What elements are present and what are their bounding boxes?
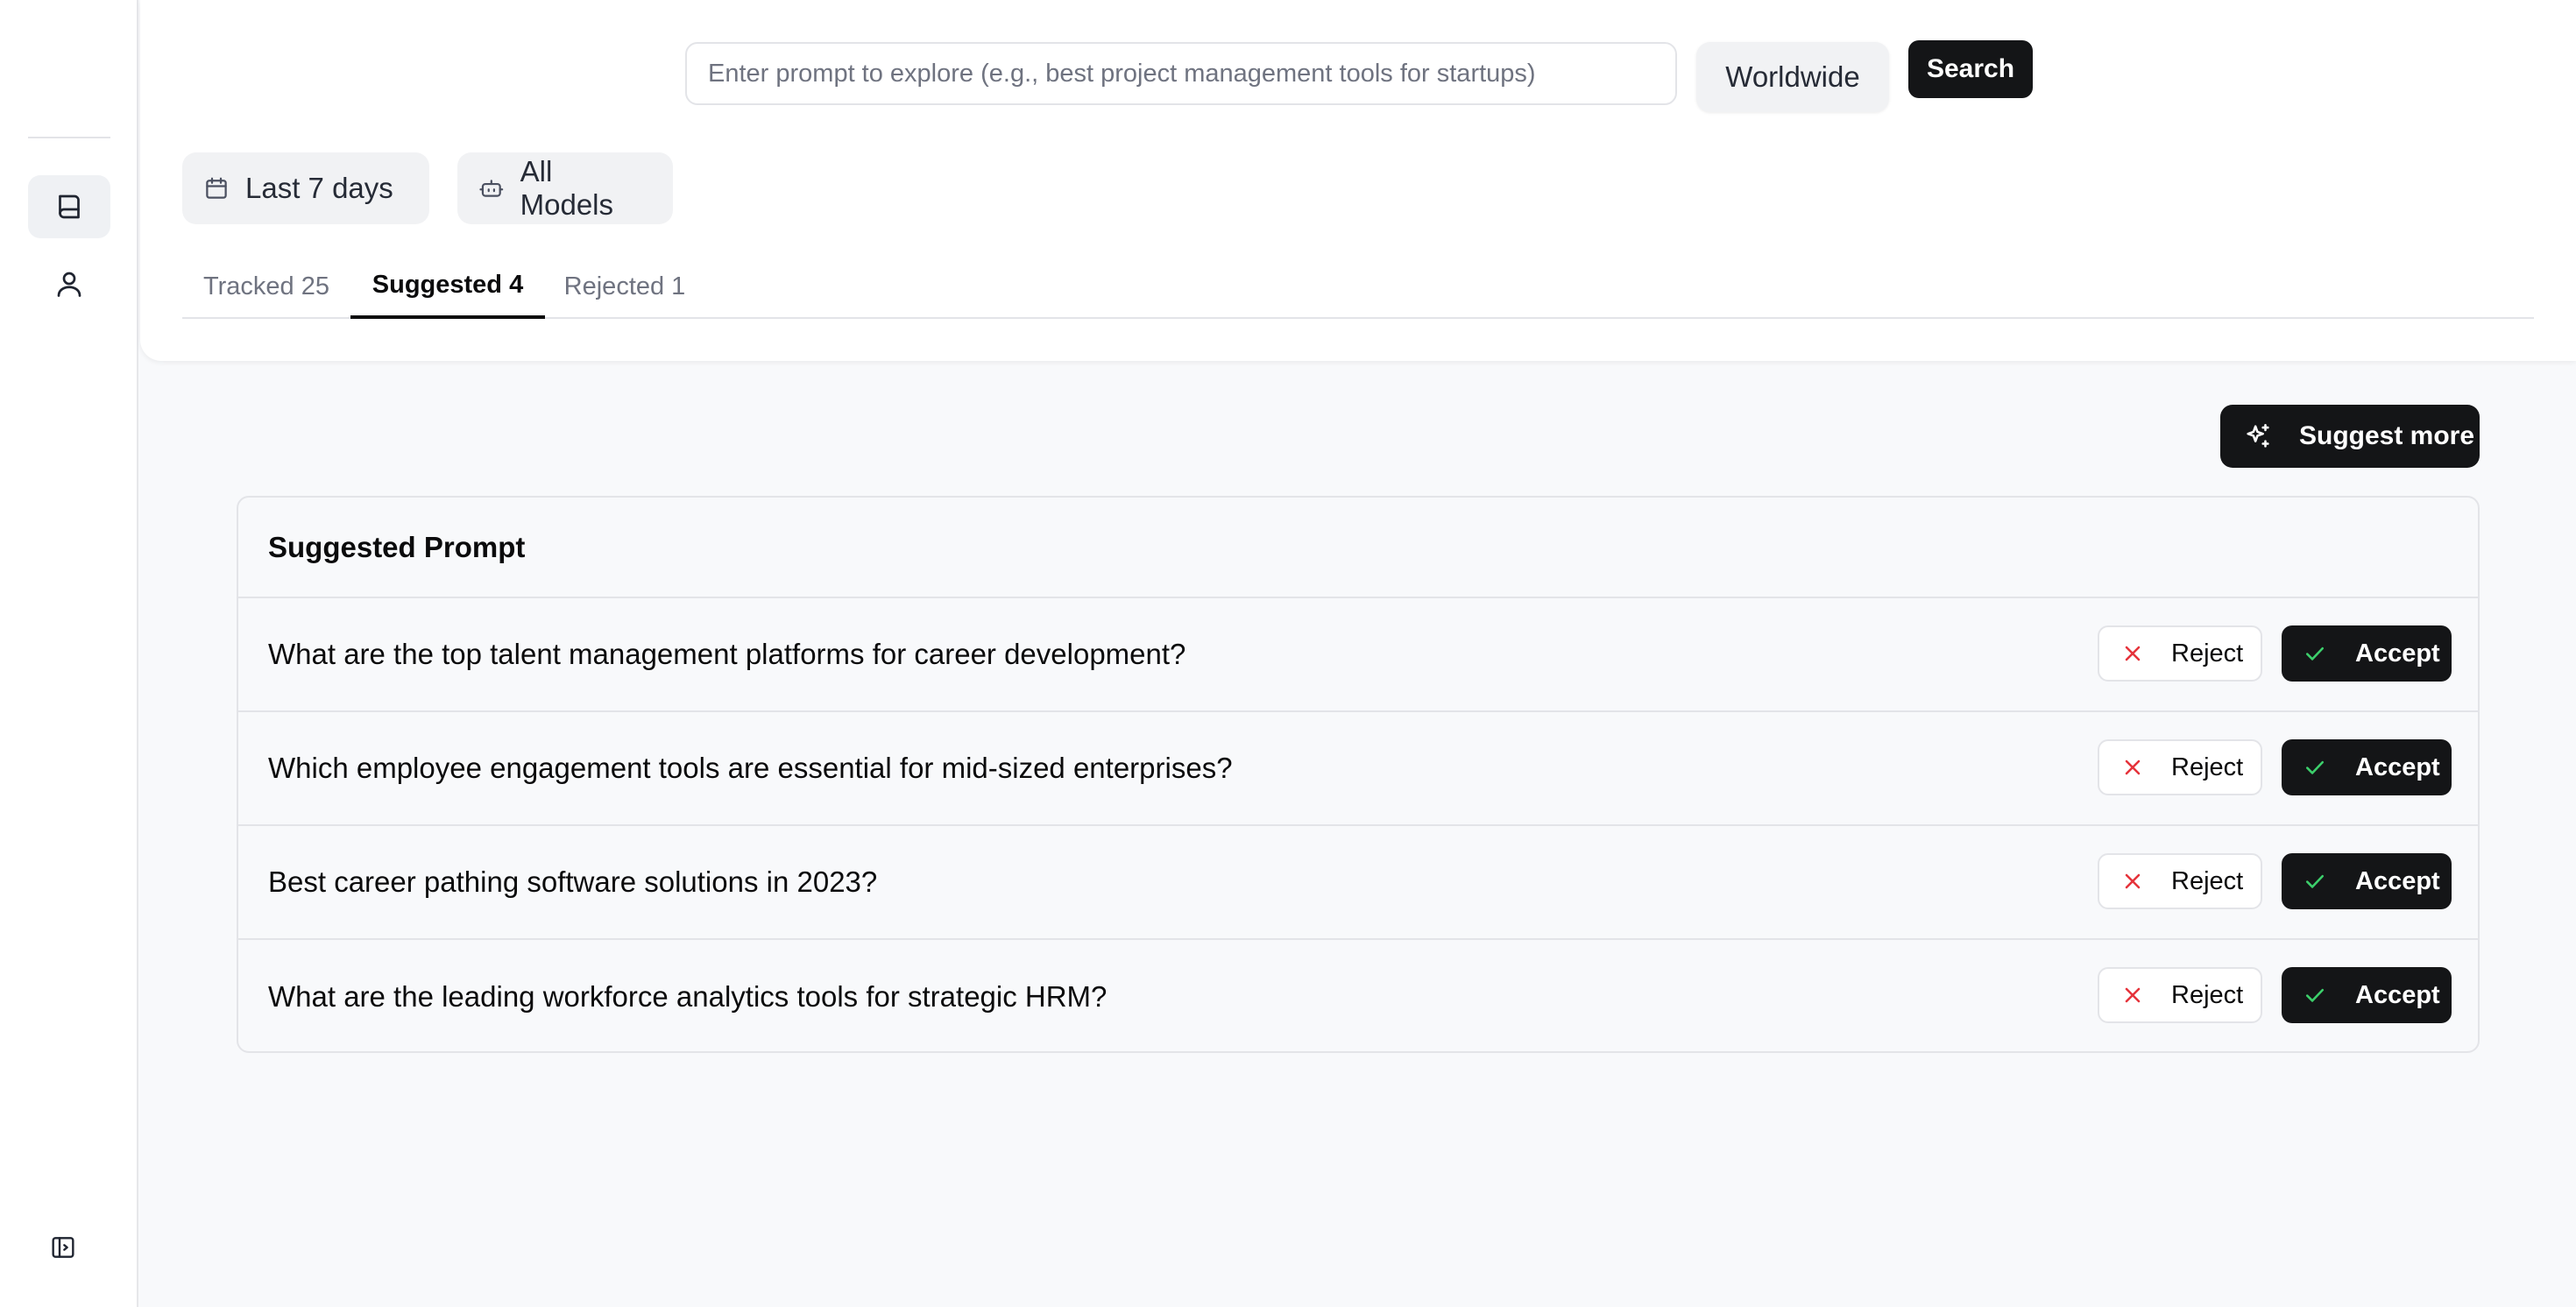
date-range-filter[interactable]: Last 7 days xyxy=(182,152,429,224)
prompt-text: Best career pathing software solutions i… xyxy=(268,865,878,898)
accept-label: Accept xyxy=(2355,866,2440,895)
reject-button[interactable]: Reject xyxy=(2098,967,2262,1023)
reject-button[interactable]: Reject xyxy=(2098,853,2262,909)
table-row: Best career pathing software solutions i… xyxy=(238,826,2478,940)
header-panel: Worldwide Search Last 7 days All Models … xyxy=(140,0,2576,361)
prompt-text: What are the leading workforce analytics… xyxy=(268,980,1108,1013)
reject-label: Reject xyxy=(2171,866,2244,895)
sidebar-item-library[interactable] xyxy=(28,175,110,238)
table-header: Suggested Prompt xyxy=(238,498,2478,598)
x-icon xyxy=(2125,759,2141,775)
suggest-more-label: Suggest more xyxy=(2299,421,2475,450)
x-icon xyxy=(2125,873,2141,889)
search-button[interactable]: Search xyxy=(1908,40,2033,98)
reject-button[interactable]: Reject xyxy=(2098,739,2262,795)
check-icon xyxy=(2305,874,2325,888)
suggest-more-button[interactable]: Suggest more xyxy=(2220,405,2480,468)
sidebar xyxy=(0,0,138,1307)
table-row: Which employee engagement tools are esse… xyxy=(238,712,2478,826)
accept-button[interactable]: Accept xyxy=(2282,739,2452,795)
reject-button[interactable]: Reject xyxy=(2098,625,2262,682)
check-icon xyxy=(2305,646,2325,661)
table-row: What are the leading workforce analytics… xyxy=(238,940,2478,1051)
tab-bar: Tracked 25 Suggested 4 Rejected 1 xyxy=(182,254,2534,319)
sparkles-icon xyxy=(2247,423,2269,448)
calendar-icon xyxy=(206,177,227,199)
reject-label: Reject xyxy=(2171,752,2244,781)
model-filter-label: All Models xyxy=(520,155,614,221)
table-row: What are the top talent management platf… xyxy=(238,598,2478,712)
prompt-text: Which employee engagement tools are esse… xyxy=(268,752,1233,784)
tab-rejected[interactable]: Rejected 1 xyxy=(545,254,704,319)
date-range-label: Last 7 days xyxy=(245,172,393,204)
accept-label: Accept xyxy=(2355,752,2440,781)
user-icon xyxy=(57,272,81,297)
sidebar-divider xyxy=(28,137,110,138)
check-icon xyxy=(2305,760,2325,774)
sidebar-toggle-icon xyxy=(52,1237,74,1258)
model-filter[interactable]: All Models xyxy=(457,152,673,224)
accept-label: Accept xyxy=(2355,980,2440,1009)
reject-label: Reject xyxy=(2171,639,2244,668)
reject-label: Reject xyxy=(2171,980,2244,1009)
sidebar-item-account[interactable] xyxy=(28,252,110,315)
tab-tracked[interactable]: Tracked 25 xyxy=(182,254,350,319)
prompt-search-input[interactable] xyxy=(685,42,1677,105)
accept-button[interactable]: Accept xyxy=(2282,625,2452,682)
tab-suggested[interactable]: Suggested 4 xyxy=(350,254,545,319)
book-icon xyxy=(59,194,80,219)
accept-button[interactable]: Accept xyxy=(2282,853,2452,909)
region-selector[interactable]: Worldwide xyxy=(1696,42,1889,112)
accept-button[interactable]: Accept xyxy=(2282,967,2452,1023)
prompt-text: What are the top talent management platf… xyxy=(268,638,1186,670)
x-icon xyxy=(2125,646,2141,661)
check-icon xyxy=(2305,988,2325,1002)
x-icon xyxy=(2125,987,2141,1003)
suggested-prompts-table: Suggested Prompt What are the top talent… xyxy=(237,496,2480,1053)
sidebar-toggle-button[interactable] xyxy=(32,1216,95,1279)
bot-icon xyxy=(479,180,504,197)
accept-label: Accept xyxy=(2355,639,2440,668)
